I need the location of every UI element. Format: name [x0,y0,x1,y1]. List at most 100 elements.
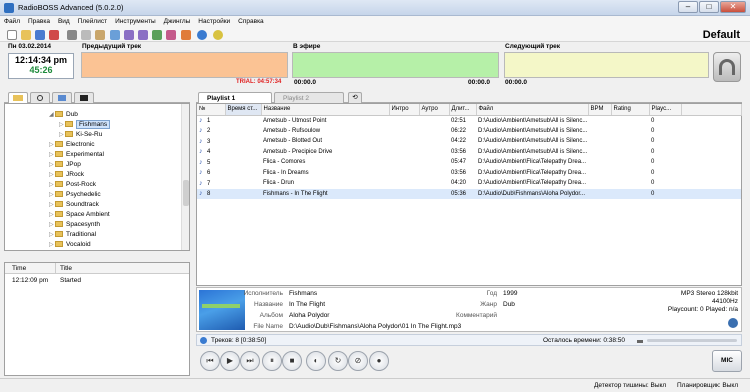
menu-file[interactable]: Файл [0,16,24,27]
col-playcount[interactable]: Playc... [649,104,682,116]
mute-button[interactable]: ⊘ [348,351,368,371]
col-number[interactable]: № [197,104,226,116]
settings-icon[interactable] [213,30,223,40]
col-duration[interactable]: Длит... [449,104,477,116]
playlist-row[interactable]: ♪ 2 Ametsub - Rufsoulow 06:22 D:\Audio\Ambie… [197,126,741,137]
tab-playlist-1[interactable]: Playlist 1 [198,92,272,103]
playlist-row[interactable]: ♪ 4 Ametsub - Precipice Drive 03:56 D:\Audio… [197,147,741,158]
row-rating [611,126,649,137]
menu-jingles[interactable]: Джинглы [160,16,195,27]
record-button[interactable]: ● [369,351,389,371]
new-icon[interactable] [7,30,17,40]
tree-item[interactable]: ▷ Traditional [49,230,96,239]
cut-icon[interactable] [67,30,77,40]
menu-view[interactable]: Вид [54,16,74,27]
next-button[interactable]: ⏭ [240,351,260,371]
close-button[interactable]: ✕ [720,1,746,13]
browser-tabbar [4,90,190,103]
album-value: Aloha Polydor [289,312,330,319]
tree-item[interactable]: ▷ Soundtrack [49,200,99,209]
row-playcount: 0 [651,127,655,134]
genre-key: Жанр [480,301,497,308]
previous-button[interactable]: ⏮ [200,351,220,371]
col-outro[interactable]: Аутро [419,104,450,116]
row-bpm [588,157,611,168]
delete-icon[interactable] [49,30,59,40]
minimize-button[interactable]: – [678,1,698,13]
on-air-panel[interactable] [292,52,499,78]
tree-item[interactable]: ▷ Ki-Se-Ru [59,130,102,139]
pause-button[interactable]: ⏸ [262,351,282,371]
history-tab-icon[interactable] [74,92,94,103]
scheduler-icon[interactable] [181,30,191,40]
row-spacer [681,126,741,137]
playlist-row[interactable]: ♪ 7 Flica - Drun 04:20 D:\Audio\Ambient\Flic… [197,178,741,189]
row-start-time [225,136,261,147]
play-button[interactable]: ▶ [220,351,240,371]
undo-icon[interactable] [110,30,120,40]
globe-icon[interactable] [197,30,207,40]
tree-scrollbar[interactable] [181,104,189,250]
menu-edit[interactable]: Правка [24,16,54,27]
add-track-icon[interactable] [152,30,162,40]
tree-item[interactable]: ▷ JRock [49,170,84,179]
playlist-row[interactable]: ♪ 8 Fishmans - In The Flight 05:36 D:\Audio\… [197,188,741,199]
playlist-row[interactable]: ♪ 5 Flica - Comores 05:47 D:\Audio\Ambient\F… [197,157,741,168]
music-note-icon: ♪ [199,179,203,187]
save-icon[interactable] [35,30,45,40]
playlist-row[interactable]: ♪ 3 Ametsub - Blotted Out 04:22 D:\Audio\Amb… [197,136,741,147]
next-track-panel[interactable] [504,52,709,78]
previous-track-panel[interactable] [81,52,288,78]
row-number-text: 5 [207,159,211,166]
folder-icon [55,151,63,158]
headphones-icon[interactable] [713,52,741,82]
tree-item[interactable]: ▷ Electronic [49,140,95,149]
tree-item[interactable]: ▷ Fishmans [59,120,111,129]
shuffle-icon[interactable] [166,30,176,40]
tree-scroll-thumb[interactable] [183,180,189,206]
col-file[interactable]: Файл [476,104,589,116]
open-icon[interactable] [21,30,31,40]
playlist-row[interactable]: ♪ 6 Flica - In Dreams 03:56 D:\Audio\Ambient… [197,168,741,179]
row-intro [389,188,419,199]
col-start-time[interactable]: Время ст... [225,104,262,116]
menu-playlist[interactable]: Плейлист [74,16,111,27]
tree-item[interactable]: ▷ Spacesynth [49,220,100,229]
search-tab-icon[interactable] [30,92,50,103]
playlist-row[interactable]: ♪ 1 Ametsub - Utmost Point 02:51 D:\Audio\Am… [197,115,741,126]
col-rating[interactable]: Rating [611,104,650,116]
col-intro[interactable]: Интро [389,104,420,116]
move-down-icon[interactable] [138,30,148,40]
repeat-button[interactable]: ↻ [328,351,348,371]
move-up-icon[interactable] [124,30,134,40]
tree-item[interactable]: ▷ Post-Rock [49,180,96,189]
log-time: 12:12:09 pm [12,277,49,284]
tree-item[interactable]: ▷ Space Ambient [49,210,110,219]
info-icon[interactable] [728,318,738,328]
folder-tab-icon[interactable] [8,92,28,103]
add-tab-icon[interactable]: ⟲ [348,92,362,103]
library-tab-icon[interactable] [52,92,72,103]
tree-item[interactable]: ◢ Dub [49,110,78,119]
tree-item[interactable]: ▷ Experimental [49,150,104,159]
tree-item[interactable]: ▷ Vocaloid [49,240,91,249]
tree-item[interactable]: ▷ Psychedelic [49,190,101,199]
mic-button[interactable]: MIC [712,350,742,372]
menu-help[interactable]: Справка [234,16,268,27]
menu-tools[interactable]: Инструменты [111,16,160,27]
stop-button[interactable]: ■ [282,351,302,371]
paste-icon[interactable] [95,30,105,40]
volume-icon[interactable] [637,340,643,343]
col-bpm[interactable]: BPM [588,104,612,116]
samplerate-value: 44100Hz [711,298,738,305]
clock-time: 12:14:34 pm [14,55,68,65]
maximize-button[interactable]: □ [699,1,719,13]
tree-item[interactable]: ▷ JPop [49,160,81,169]
tab-playlist-2[interactable]: Playlist 2 [274,92,344,103]
copy-icon[interactable] [81,30,91,40]
volume-slider[interactable] [647,339,737,342]
fade-button[interactable]: ◐ [306,351,326,371]
col-title[interactable]: Название [261,104,390,116]
menu-settings[interactable]: Настройки [194,16,234,27]
title-bar: RadioBOSS Advanced (5.0.2.0) – □ ✕ [0,0,750,16]
